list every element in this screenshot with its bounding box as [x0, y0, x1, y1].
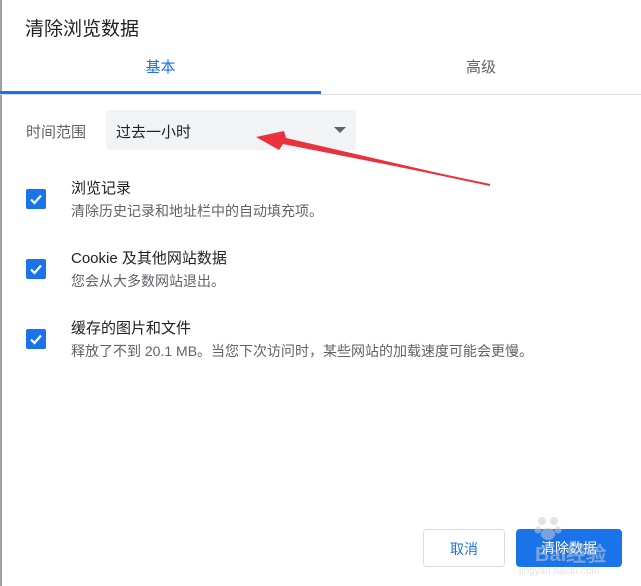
dialog-title: 清除浏览数据 [25, 19, 140, 40]
tab-advanced[interactable]: 高级 [321, 48, 641, 94]
option-description: 您会从大多数网站退出。 [71, 273, 225, 289]
clear-data-button[interactable]: 清除数据 [516, 529, 622, 567]
checkmark-icon [30, 194, 42, 205]
watermark-url: jingyan.baidu.com [519, 566, 600, 577]
option-browsing-history: 浏览记录 清除历史记录和地址栏中的自动填充项。 [24, 177, 624, 227]
dropdown-caret-icon [334, 127, 346, 133]
checkbox-cookies[interactable] [26, 259, 46, 279]
checkbox-browsing-history[interactable] [26, 189, 46, 209]
checkbox-cached-images[interactable] [26, 329, 46, 349]
option-title: 浏览记录 [71, 180, 132, 197]
checkmark-icon [30, 264, 42, 275]
clear-browsing-data-dialog: 清除浏览数据 基本 高级 时间范围 过去一小时 浏览记录 清除历史记录和地址栏中… [0, 0, 641, 586]
option-cookies: Cookie 及其他网站数据 您会从大多数网站退出。 [24, 247, 624, 297]
time-range-select[interactable]: 过去一小时 [106, 110, 356, 150]
cancel-button[interactable]: 取消 [423, 529, 505, 567]
option-title: 缓存的图片和文件 [71, 320, 192, 337]
time-range-selected-value: 过去一小时 [116, 124, 192, 141]
time-range-label: 时间范围 [26, 124, 87, 141]
option-cached-images: 缓存的图片和文件 释放了不到 20.1 MB。当您下次访问时，某些网站的加载速度… [24, 317, 624, 367]
checkmark-icon [30, 334, 42, 345]
tab-basic[interactable]: 基本 [0, 48, 321, 94]
option-title: Cookie 及其他网站数据 [71, 250, 227, 267]
option-description: 清除历史记录和地址栏中的自动填充项。 [71, 203, 323, 219]
tab-bar: 基本 高级 [0, 48, 641, 95]
option-description: 释放了不到 20.1 MB。当您下次访问时，某些网站的加载速度可能会更慢。 [71, 343, 534, 359]
